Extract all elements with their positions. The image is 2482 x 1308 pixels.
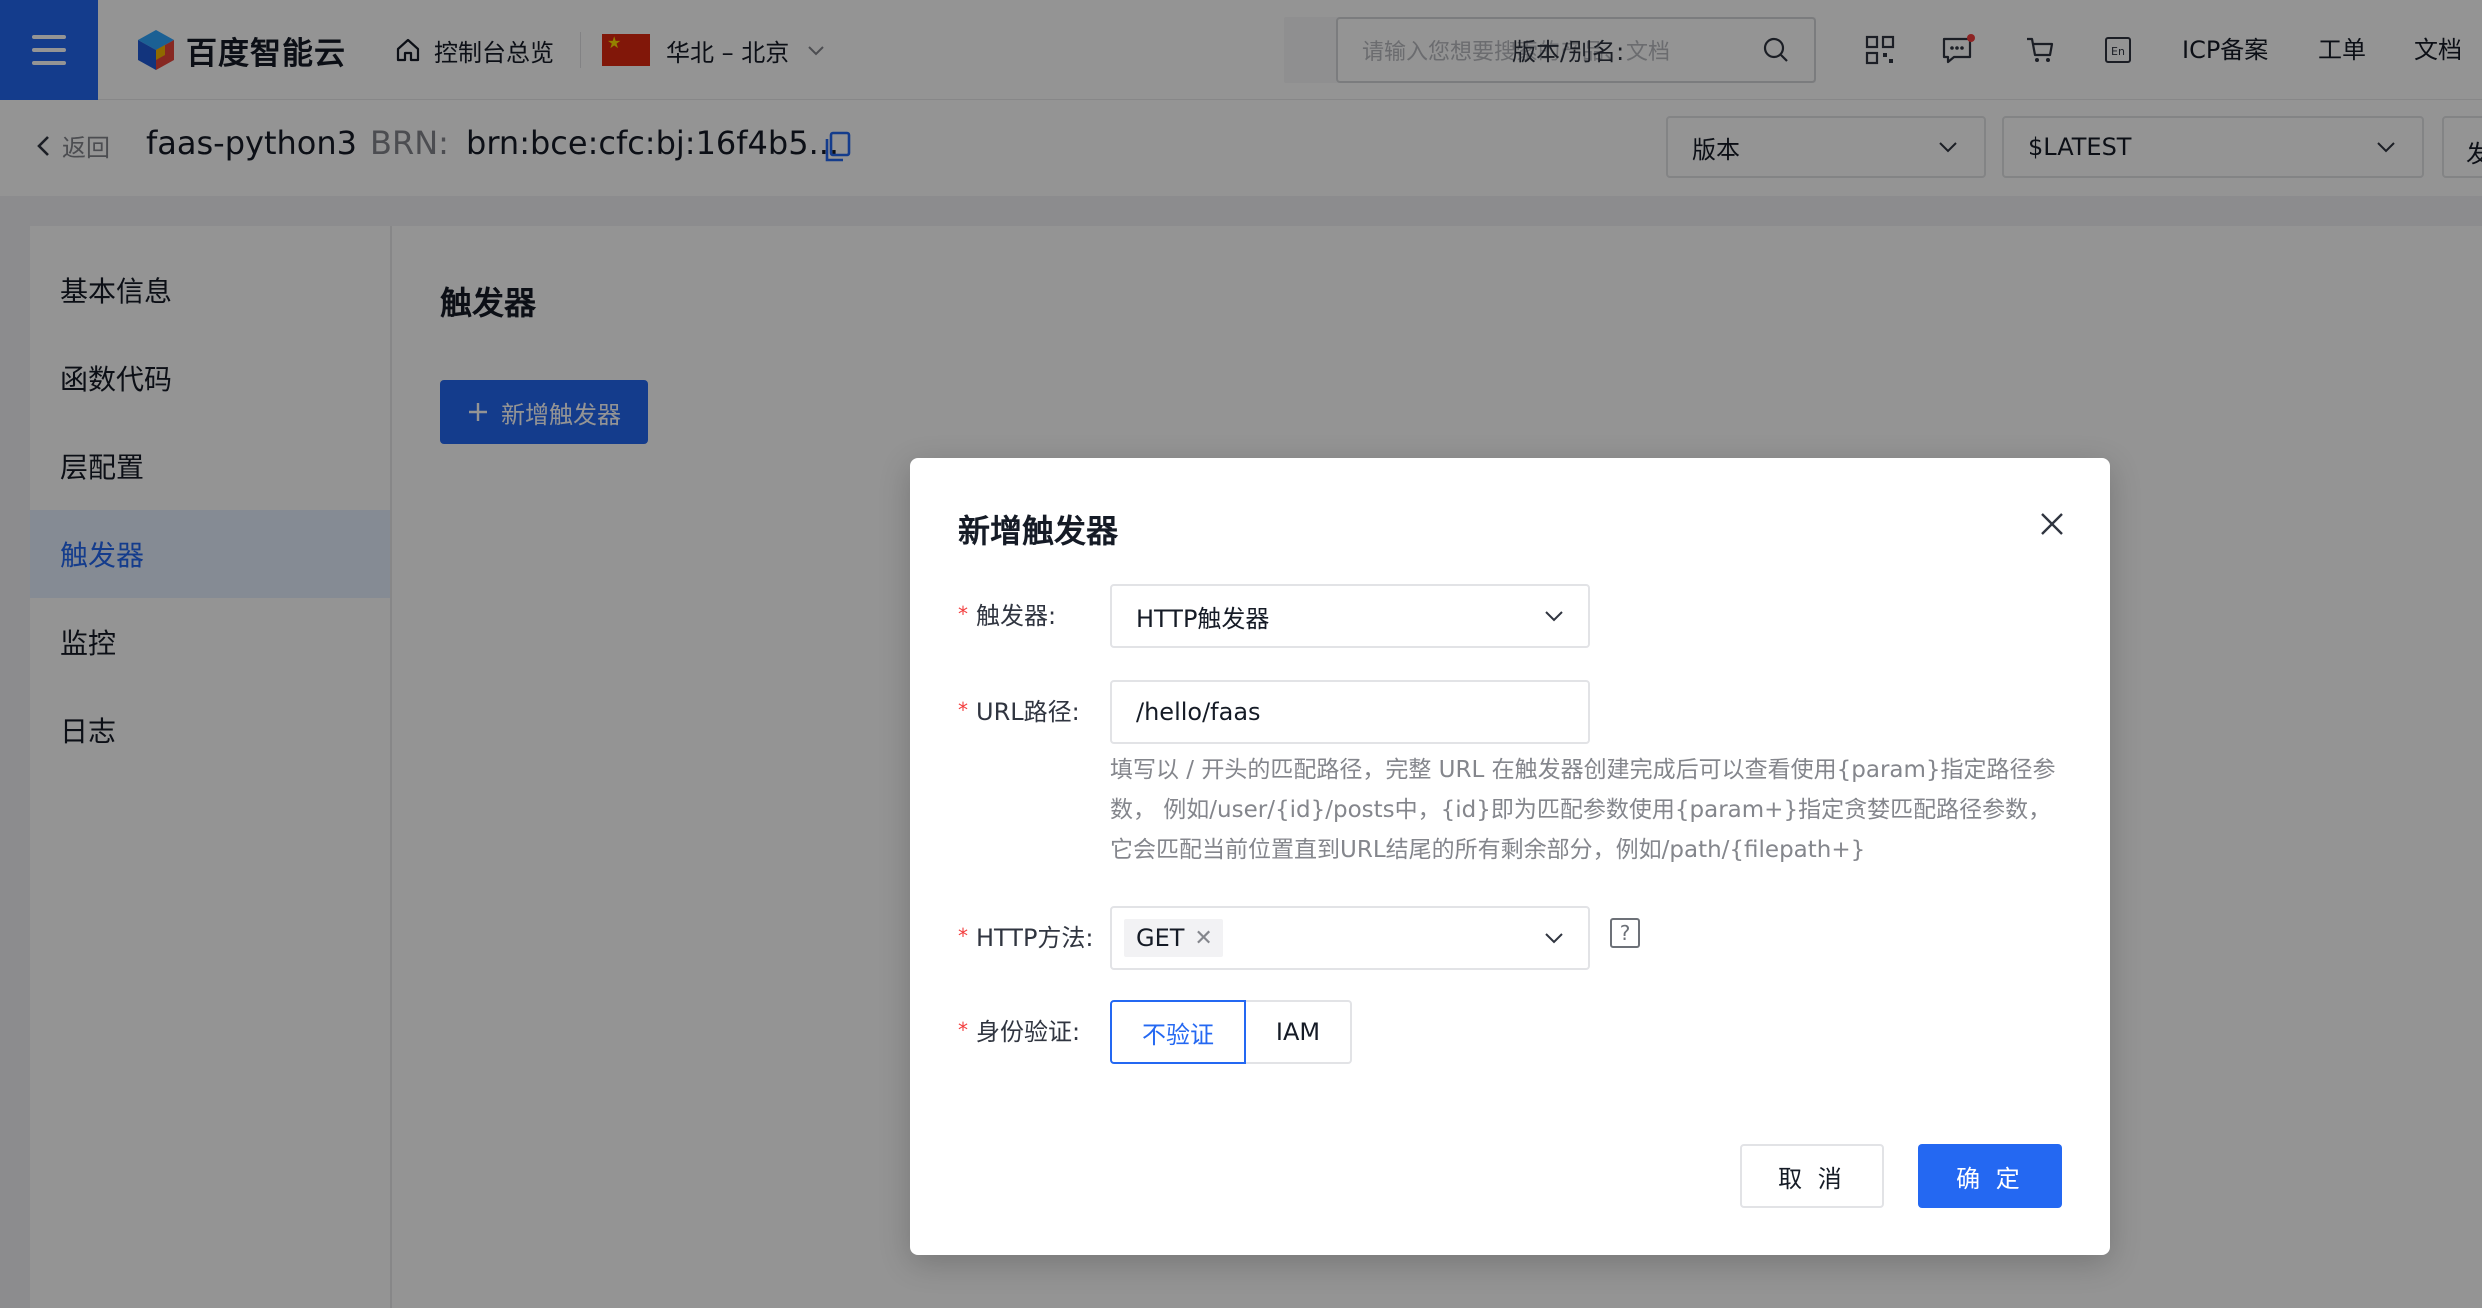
url-path-label-text: URL路径: xyxy=(976,698,1080,726)
required-mark: * xyxy=(958,602,968,626)
help-icon[interactable]: ? xyxy=(1610,918,1640,948)
trigger-type-label: * 触发器: xyxy=(958,596,1056,631)
required-mark: * xyxy=(958,924,968,948)
auth-label: * 身份验证: xyxy=(958,1012,1080,1047)
required-mark: * xyxy=(958,698,968,722)
chevron-down-icon xyxy=(1545,933,1563,944)
trigger-type-select[interactable]: HTTP触发器 xyxy=(1110,584,1590,648)
trigger-type-label-text: 触发器: xyxy=(976,602,1057,630)
tag-remove-icon[interactable]: ✕ xyxy=(1194,926,1212,951)
method-tag-label: GET xyxy=(1136,924,1185,952)
add-trigger-dialog: 新增触发器 * 触发器: HTTP触发器 * URL路径: 填写以 / 开头的匹配路… xyxy=(910,458,2110,1255)
method-tag: GET ✕ xyxy=(1124,919,1223,957)
console-page: 百度智能云 控制台总览 华北 – 北京 请输入您想要搜索的产品、文档 xyxy=(0,0,2482,1308)
url-path-input[interactable] xyxy=(1110,680,1590,744)
chevron-down-icon xyxy=(1545,611,1563,622)
http-method-label: * HTTP方法: xyxy=(958,918,1094,953)
auth-option-iam[interactable]: IAM xyxy=(1246,1000,1352,1064)
auth-radio-group: 不验证 IAM xyxy=(1110,1000,1352,1064)
required-mark: * xyxy=(958,1018,968,1042)
trigger-type-value: HTTP触发器 xyxy=(1136,604,1270,633)
confirm-button[interactable]: 确 定 xyxy=(1918,1144,2062,1208)
url-path-hint: 填写以 / 开头的匹配路径，完整 URL 在触发器创建完成后可以查看使用{par… xyxy=(1110,757,2056,863)
dialog-title: 新增触发器 xyxy=(958,512,1119,550)
http-method-select[interactable]: GET ✕ xyxy=(1110,906,1590,970)
auth-option-none[interactable]: 不验证 xyxy=(1110,1000,1246,1064)
auth-label-text: 身份验证: xyxy=(976,1018,1081,1046)
close-icon[interactable] xyxy=(2032,504,2072,544)
cancel-button[interactable]: 取 消 xyxy=(1740,1144,1884,1208)
http-method-label-text: HTTP方法: xyxy=(976,924,1094,952)
url-path-label: * URL路径: xyxy=(958,692,1080,727)
